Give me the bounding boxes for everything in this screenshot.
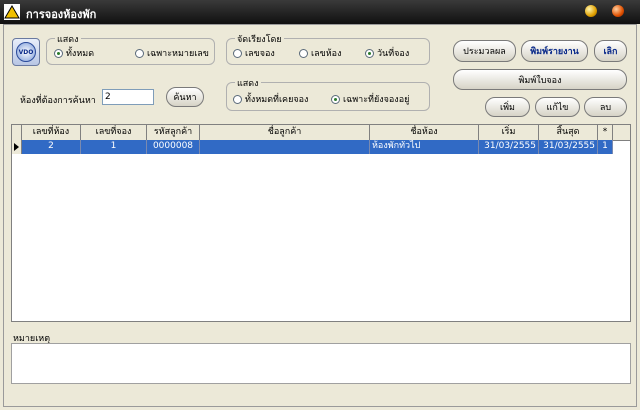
- radio-label: เลขจอง: [245, 49, 275, 59]
- delete-button[interactable]: ลบ: [584, 97, 627, 117]
- add-button[interactable]: เพิ่ม: [485, 97, 530, 117]
- radio-show-specific[interactable]: เฉพาะหมายเลข: [135, 46, 209, 60]
- triangle-app-icon: [4, 4, 20, 20]
- radio-circle[interactable]: [233, 48, 242, 58]
- sort-group-label: จัดเรียงโดย: [235, 32, 284, 46]
- search-button[interactable]: ค้นหา: [166, 87, 204, 107]
- radio-circle[interactable]: [54, 48, 63, 58]
- radio-label: เฉพาะหมายเลข: [147, 49, 209, 59]
- remarks-textarea[interactable]: [11, 343, 631, 384]
- edit-button[interactable]: แก้ไข: [535, 97, 580, 117]
- cell-booking-no[interactable]: 1: [81, 140, 147, 154]
- radio-circle[interactable]: [365, 48, 374, 58]
- header-room-name[interactable]: ชื่อห้อง: [370, 125, 479, 140]
- app-logo: VDO: [12, 38, 40, 66]
- window-title: การจองห้องพัก: [26, 8, 97, 21]
- radio-label: เลขห้อง: [311, 49, 342, 59]
- table-header: เลขที่ห้อง เลขที่จอง รหัสลูกค้า ชื่อลูกค…: [12, 125, 630, 141]
- status-filter-label: แสดง: [235, 76, 261, 90]
- exit-button[interactable]: เลิก: [594, 40, 627, 62]
- minimize-icon[interactable]: [585, 5, 597, 17]
- title-bar: การจองห้องพัก: [0, 0, 640, 24]
- main-panel: VDO แสดง ทั้งหมด เฉพาะหมายเลข จัดเรียงโด…: [3, 24, 637, 407]
- radio-circle[interactable]: [331, 94, 340, 104]
- cell-flag[interactable]: 1: [598, 140, 613, 154]
- search-input[interactable]: 2: [102, 89, 154, 105]
- radio-sort-booking-no[interactable]: เลขจอง: [233, 46, 275, 60]
- header-room-no[interactable]: เลขที่ห้อง: [22, 125, 81, 140]
- show-filter-group: แสดง ทั้งหมด เฉพาะหมายเลข: [46, 32, 215, 65]
- show-filter-label: แสดง: [55, 32, 81, 46]
- cell-customer-name[interactable]: [200, 140, 370, 154]
- radio-sort-room-no[interactable]: เลขห้อง: [299, 46, 341, 60]
- print-receipt-button[interactable]: พิมพ์ใบจอง: [453, 69, 627, 90]
- cell-room-no[interactable]: 2: [22, 140, 81, 154]
- close-icon[interactable]: [612, 5, 624, 17]
- cell-end-date[interactable]: 31/03/2555: [539, 140, 598, 154]
- radio-circle[interactable]: [299, 48, 308, 58]
- table-row[interactable]: 2 1 0000008 ห้องพักทั่วไป 31/03/2555 31/…: [12, 140, 630, 154]
- search-label: ห้องที่ต้องการค้นหา: [20, 96, 96, 106]
- process-button[interactable]: ประมวลผล: [453, 40, 516, 62]
- status-filter-group: แสดง ทั้งหมดที่เคยจอง เฉพาะที่ยังจองอยู่: [226, 76, 430, 111]
- radio-label: เฉพาะที่ยังจองอยู่: [343, 95, 410, 105]
- print-report-button[interactable]: พิมพ์รายงาน: [521, 40, 588, 62]
- cell-room-name[interactable]: ห้องพักทั่วไป: [370, 140, 479, 154]
- booking-table[interactable]: เลขที่ห้อง เลขที่จอง รหัสลูกค้า ชื่อลูกค…: [11, 124, 631, 322]
- cell-start-date[interactable]: 31/03/2555: [479, 140, 539, 154]
- radio-show-all[interactable]: ทั้งหมด: [54, 46, 94, 60]
- header-flag[interactable]: *: [598, 125, 613, 140]
- radio-circle[interactable]: [233, 94, 242, 104]
- header-cell: [12, 125, 22, 140]
- radio-sort-booking-date[interactable]: วันที่จอง: [365, 46, 409, 60]
- radio-label: ทั้งหมด: [66, 49, 95, 59]
- header-booking-no[interactable]: เลขที่จอง: [81, 125, 147, 140]
- header-end-date[interactable]: สิ้นสุด: [539, 125, 598, 140]
- sort-group: จัดเรียงโดย เลขจอง เลขห้อง วันที่จอง: [226, 32, 430, 65]
- radio-status-active[interactable]: เฉพาะที่ยังจองอยู่: [331, 92, 409, 106]
- logo-emblem: VDO: [16, 42, 36, 62]
- radio-label: วันที่จอง: [377, 49, 410, 59]
- row-pointer-icon: [14, 143, 19, 151]
- radio-circle[interactable]: [135, 48, 144, 58]
- row-selector[interactable]: [12, 140, 22, 154]
- cell-customer-code[interactable]: 0000008: [147, 140, 200, 154]
- header-customer-name[interactable]: ชื่อลูกค้า: [200, 125, 370, 140]
- radio-status-all[interactable]: ทั้งหมดที่เคยจอง: [233, 92, 308, 106]
- header-start-date[interactable]: เริ่ม: [479, 125, 539, 140]
- header-customer-code[interactable]: รหัสลูกค้า: [147, 125, 200, 140]
- radio-label: ทั้งหมดที่เคยจอง: [245, 95, 309, 105]
